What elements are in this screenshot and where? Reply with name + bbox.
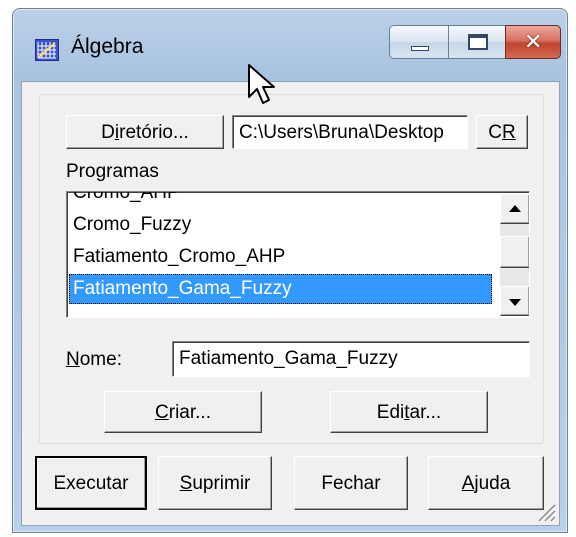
suppress-button-label: Suprimir bbox=[179, 472, 251, 494]
list-item-selected[interactable]: Fatiamento_Gama_Fuzzy bbox=[69, 274, 492, 304]
close-window-button[interactable]: ✕ bbox=[505, 25, 561, 59]
execute-button[interactable]: Executar bbox=[35, 456, 147, 510]
dialog-client-area: Diretório... C:\Users\Bruna\Desktop CR P… bbox=[21, 81, 560, 526]
name-input[interactable]: Fatiamento_Gama_Fuzzy bbox=[172, 341, 530, 377]
list-item[interactable]: Fatiamento_Cromo_AHP bbox=[69, 242, 492, 272]
help-button[interactable]: Ajuda bbox=[428, 456, 544, 510]
cr-button-label: CR bbox=[488, 121, 516, 143]
algebra-app-icon bbox=[35, 39, 59, 61]
programs-label: Programas bbox=[66, 161, 159, 182]
mouse-cursor-icon bbox=[248, 64, 275, 104]
maximize-button[interactable] bbox=[448, 25, 506, 59]
list-item[interactable]: Cromo_AHP bbox=[69, 192, 492, 208]
edit-button-label: Editar... bbox=[376, 401, 442, 423]
suppress-button[interactable]: Suprimir bbox=[158, 456, 272, 510]
program-group-box: Diretório... C:\Users\Bruna\Desktop CR P… bbox=[39, 94, 544, 444]
directory-path-field[interactable]: C:\Users\Bruna\Desktop bbox=[232, 115, 468, 149]
directory-button-label: Diretório... bbox=[101, 121, 189, 143]
maximize-icon bbox=[468, 34, 488, 50]
directory-button[interactable]: Diretório... bbox=[66, 115, 224, 149]
create-button-label: Criar... bbox=[155, 401, 211, 423]
scroll-thumb[interactable] bbox=[500, 236, 529, 268]
execute-button-label: Executar bbox=[53, 472, 129, 494]
minimize-button[interactable] bbox=[389, 25, 449, 59]
programs-scrollbar[interactable] bbox=[500, 194, 529, 316]
title-bar[interactable]: Álgebra ✕ bbox=[13, 9, 567, 81]
cr-button[interactable]: CR bbox=[476, 115, 528, 149]
close-button[interactable]: Fechar bbox=[294, 456, 408, 510]
scroll-up-button[interactable] bbox=[500, 194, 529, 224]
list-item-partial[interactable]: ​ bbox=[69, 306, 492, 317]
arrow-down-icon bbox=[509, 299, 521, 306]
close-button-label: Fechar bbox=[321, 472, 381, 494]
resize-grip-icon[interactable] bbox=[533, 499, 557, 523]
name-input-value: Fatiamento_Gama_Fuzzy bbox=[179, 348, 398, 369]
close-icon: ✕ bbox=[524, 30, 543, 55]
window-title: Álgebra bbox=[71, 35, 144, 58]
edit-button[interactable]: Editar... bbox=[330, 391, 488, 433]
list-item[interactable]: Cromo_Fuzzy bbox=[69, 210, 492, 240]
scroll-down-button[interactable] bbox=[500, 286, 529, 316]
programs-listbox[interactable]: Cromo_AHP Cromo_Fuzzy Fatiamento_Cromo_A… bbox=[66, 191, 530, 318]
algebra-window: Álgebra ✕ Diretório... C:\Users\Bruna\De… bbox=[12, 8, 568, 533]
name-label: Nome: bbox=[66, 349, 122, 370]
directory-path-text: C:\Users\Bruna\Desktop bbox=[239, 122, 444, 143]
arrow-up-icon bbox=[509, 205, 521, 212]
create-button[interactable]: Criar... bbox=[104, 391, 262, 433]
minimize-icon bbox=[411, 46, 429, 51]
help-button-label: Ajuda bbox=[461, 472, 511, 494]
